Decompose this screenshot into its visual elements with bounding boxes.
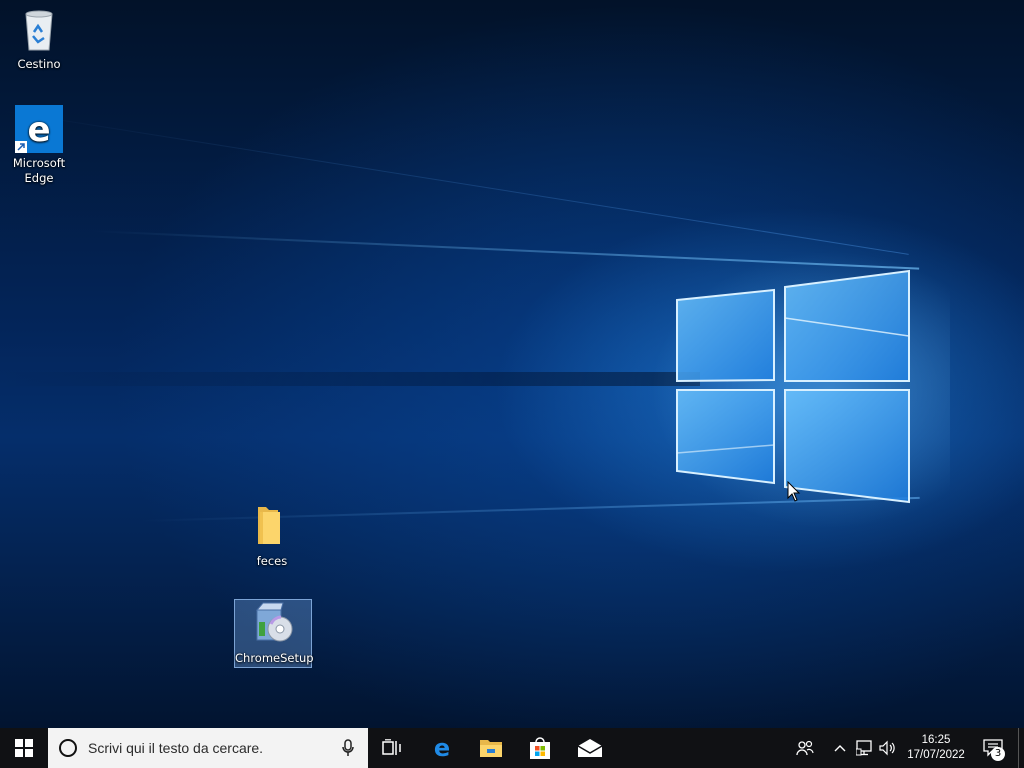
taskbar-edge[interactable]: e	[418, 728, 466, 768]
taskbar-store[interactable]	[516, 728, 564, 768]
desktop-icon-folder[interactable]: feces	[234, 503, 310, 569]
clock-date: 17/07/2022	[907, 749, 965, 761]
mouse-cursor	[787, 481, 801, 502]
search-box[interactable]: Scrivi qui il testo da cercare.	[48, 728, 368, 768]
microphone-icon[interactable]	[342, 739, 354, 757]
clock[interactable]: 16:25 17/07/2022	[900, 728, 972, 768]
task-view-icon	[382, 739, 401, 755]
store-icon	[530, 737, 550, 759]
file-explorer-icon	[480, 740, 502, 757]
windows-icon	[15, 739, 33, 757]
desktop-icon-recycle-bin[interactable]: Cestino	[1, 6, 77, 72]
svg-text:e: e	[27, 110, 50, 150]
edge-icon: e	[434, 736, 450, 760]
installer-icon	[249, 600, 297, 648]
desktop-icon-chromesetup[interactable]: ChromeSetup	[234, 599, 314, 668]
recycle-bin-icon	[15, 6, 63, 54]
search-placeholder: Scrivi qui il testo da cercare.	[88, 740, 264, 756]
network-icon	[856, 740, 872, 756]
volume-button[interactable]	[877, 728, 899, 768]
desktop-icon-label: feces	[256, 554, 288, 568]
windows-logo-wallpaper	[676, 269, 910, 504]
notification-count-badge: 3	[991, 747, 1005, 761]
people-button[interactable]	[792, 728, 818, 768]
taskbar: Scrivi qui il testo da cercare. e 16:25 …	[0, 728, 1024, 768]
people-icon	[796, 740, 814, 756]
show-hidden-icons-button[interactable]	[830, 728, 850, 768]
cortana-icon	[59, 739, 77, 757]
network-button[interactable]	[854, 728, 876, 768]
show-desktop-button[interactable]	[1018, 728, 1024, 768]
task-view-button[interactable]	[368, 728, 416, 768]
clock-time: 16:25	[921, 734, 951, 746]
desktop-icon-label: Cestino	[17, 57, 61, 71]
svg-text:e: e	[434, 736, 450, 760]
desktop-icon-label: Microsoft Edge	[12, 156, 66, 185]
desktop-icon-label: ChromeSetup	[235, 651, 314, 665]
volume-icon	[879, 740, 895, 756]
taskbar-mail[interactable]	[566, 728, 614, 768]
mail-icon	[577, 739, 603, 757]
start-button[interactable]	[0, 728, 48, 768]
edge-icon: e	[15, 105, 63, 153]
chevron-up-icon	[834, 745, 846, 752]
folder-icon	[248, 503, 296, 551]
desktop-icon-edge[interactable]: e Microsoft Edge	[1, 105, 77, 186]
taskbar-file-explorer[interactable]	[467, 728, 515, 768]
desktop[interactable]: Cestino e Microsoft Edge feces ChromeSet…	[0, 0, 1024, 728]
